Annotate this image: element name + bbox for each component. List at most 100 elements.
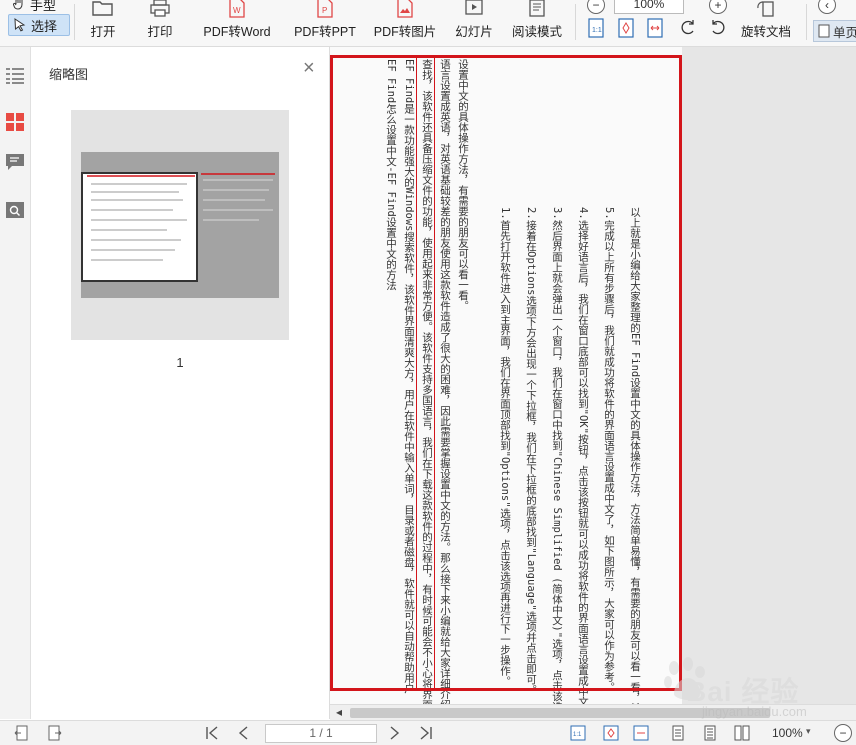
- hand-icon: [13, 0, 23, 10]
- select-tool-button[interactable]: 选择: [8, 14, 70, 36]
- zoom-dropdown-icon[interactable]: ▾: [806, 726, 811, 737]
- bookmarks-tab[interactable]: [0, 61, 30, 91]
- slideshow-icon: [461, 0, 487, 18]
- fit-width-status-icon[interactable]: [633, 725, 649, 741]
- single-page-icon: [818, 24, 830, 38]
- pdf-to-word-icon: W: [224, 0, 250, 18]
- single-page-button[interactable]: 单页: [813, 20, 856, 42]
- pdf-to-word-button[interactable]: W PDF转Word: [200, 0, 274, 44]
- search-tab[interactable]: [0, 195, 30, 225]
- hand-tool-label: 手型: [30, 0, 57, 13]
- pdf-to-word-label: PDF转Word: [203, 25, 271, 39]
- zoom-input[interactable]: 100%: [614, 0, 684, 14]
- select-tool-label: 选择: [31, 18, 58, 34]
- open-button[interactable]: 打开: [86, 0, 120, 44]
- fit-width-icon[interactable]: [646, 18, 664, 38]
- zoom-in-button[interactable]: +: [709, 0, 727, 14]
- toolbar: 手型 选择 打开 打印 W PDF转Word P PDF转PPT PDF转图片 …: [0, 0, 856, 47]
- toolbar-divider: [575, 4, 576, 40]
- thumbnails-grid-icon: [6, 113, 24, 131]
- watermark-url: jingyan.baidu.com: [702, 704, 807, 719]
- reading-mode-label: 阅读模式: [511, 25, 562, 39]
- cursor-arrow-icon: [14, 18, 26, 32]
- doc-step: 2.接着在Options选项下方会出现一个下拉框，我们在下拉框的底部找到"Lan…: [525, 207, 537, 695]
- pdf-to-image-button[interactable]: PDF转图片: [373, 0, 437, 44]
- rotate-document-icon: [753, 0, 779, 18]
- slideshow-button[interactable]: 幻灯片: [455, 0, 493, 44]
- rotate-document-button[interactable]: 旋转文档: [740, 0, 792, 44]
- thumbnails-tab[interactable]: [0, 107, 30, 137]
- side-rail: [0, 47, 31, 719]
- highlight-line: [434, 55, 435, 691]
- panel-title: 缩略图: [49, 67, 89, 82]
- doc-step: 以上就是小编给大家整理的EF Find设置中文的具体操作方法，方法简单易懂，有需…: [629, 207, 641, 704]
- single-page-view-icon[interactable]: [670, 725, 686, 741]
- doc-step: 1.首先打开软件进入到主界面，我们在界面顶部找到"Options"选项，点击该选…: [499, 207, 511, 687]
- highlight-line: [416, 55, 417, 691]
- continuous-view-icon[interactable]: [702, 725, 718, 741]
- svg-text:P: P: [322, 6, 327, 15]
- last-page-icon[interactable]: [418, 725, 434, 741]
- document-viewport[interactable]: EF Find怎么设置中文-EF Find设置中文的方法 EF Find是一款功…: [330, 47, 856, 704]
- mode-switch: 手型 选择: [8, 0, 70, 36]
- comment-icon: [6, 154, 24, 170]
- previous-page-icon[interactable]: [236, 725, 252, 741]
- doc-step: 5.完成以上所有步骤后，我们就成功将软件的界面语言设置成中文了，如下图所示，大家…: [603, 207, 615, 693]
- pdf-to-image-icon: [392, 0, 418, 18]
- status-bar: 1 / 1 1:1 100% ▾ −: [0, 720, 856, 745]
- minus-icon: −: [839, 726, 847, 740]
- fit-page-status-icon[interactable]: [603, 725, 619, 741]
- thumbnail-text-preview: [201, 173, 275, 221]
- pdf-to-ppt-label: PDF转PPT: [294, 25, 356, 39]
- minus-icon: −: [592, 0, 600, 12]
- doc-line: 设置中文的具体操作方法，有需要的朋友可以看一看。: [457, 59, 469, 311]
- reading-mode-button[interactable]: 阅读模式: [511, 0, 563, 44]
- pdf-to-ppt-button[interactable]: P PDF转PPT: [294, 0, 356, 44]
- doc-step: 3.然后界面上就会弹出一个窗口，我们在窗口中找到"Chinese Simplif…: [551, 207, 563, 704]
- svg-text:1:1: 1:1: [592, 27, 602, 34]
- actual-size-icon[interactable]: 1:1: [587, 18, 605, 38]
- single-page-label: 单页: [833, 25, 856, 40]
- actual-size-status-icon[interactable]: 1:1: [570, 725, 586, 741]
- svg-text:1:1: 1:1: [573, 732, 582, 738]
- back-button[interactable]: ‹: [818, 0, 836, 14]
- folder-open-icon: [90, 0, 116, 18]
- two-page-view-icon[interactable]: [734, 725, 750, 741]
- document-page: EF Find怎么设置中文-EF Find设置中文的方法 EF Find是一款功…: [330, 47, 682, 704]
- doc-line: 查找，该软件还具备压缩文件的功能，使用起来非常方便。该软件支持多国语言，我们在下…: [421, 59, 433, 704]
- doc-line: EF Find是一款功能强大的Windows搜索软件，该软件界面清爽大方，用户在…: [403, 59, 415, 694]
- zoom-out-status-button[interactable]: −: [834, 724, 852, 742]
- scroll-left-icon[interactable]: ◂: [336, 705, 342, 719]
- page-next-doc-icon[interactable]: [46, 725, 62, 741]
- chevron-left-icon: ‹: [825, 0, 829, 12]
- fit-page-icon[interactable]: [617, 18, 635, 38]
- rotate-right-icon[interactable]: [708, 18, 726, 38]
- page-thumbnail[interactable]: [71, 110, 289, 340]
- toolbar-divider: [806, 4, 807, 40]
- print-button[interactable]: 打印: [143, 0, 177, 44]
- thumbnail-viewport-indicator[interactable]: [81, 172, 198, 282]
- next-page-icon[interactable]: [386, 725, 402, 741]
- close-panel-button[interactable]: ×: [303, 57, 315, 79]
- print-label: 打印: [147, 25, 173, 39]
- thumbnail-page-number: 1: [176, 355, 184, 370]
- annotations-tab[interactable]: [0, 147, 30, 177]
- toolbar-divider: [74, 4, 75, 40]
- svg-text:W: W: [233, 6, 241, 15]
- zoom-out-button[interactable]: −: [587, 0, 605, 14]
- zoom-level[interactable]: 100%: [772, 726, 803, 740]
- baidu-jingyan-watermark: Bai 经验 jingyan.baidu.com: [660, 650, 820, 730]
- slideshow-label: 幻灯片: [455, 25, 493, 39]
- hand-tool-button[interactable]: 手型: [8, 0, 70, 14]
- doc-title: EF Find怎么设置中文-EF Find设置中文的方法: [385, 59, 397, 291]
- thumbnail-panel: 缩略图 × 1: [31, 47, 330, 719]
- page-prev-doc-icon[interactable]: [14, 725, 30, 741]
- rotate-document-label: 旋转文档: [740, 25, 791, 39]
- list-icon: [6, 68, 24, 84]
- rotate-left-icon[interactable]: [680, 18, 698, 38]
- first-page-icon[interactable]: [204, 725, 220, 741]
- pdf-to-image-label: PDF转图片: [373, 25, 437, 39]
- plus-icon: +: [714, 0, 722, 12]
- close-icon: ×: [303, 57, 315, 79]
- page-number-input[interactable]: 1 / 1: [265, 724, 377, 743]
